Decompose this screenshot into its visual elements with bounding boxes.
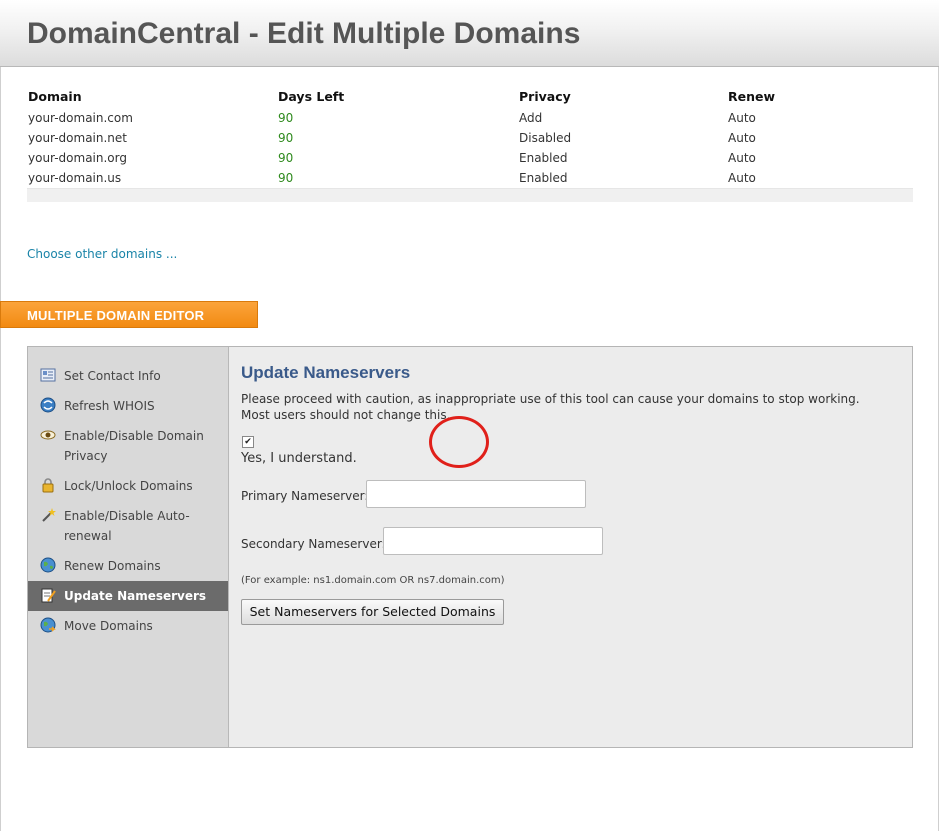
sidebar-item-update-nameservers[interactable]: Update Nameservers [28,581,228,611]
editor-main: Update Nameservers Please proceed with c… [241,347,901,747]
column-header-renew[interactable]: Renew [728,89,775,104]
days-left-cell: 90 [278,171,294,185]
annotation-circle [429,416,489,468]
domain-cell: your-domain.com [28,111,133,125]
renew-cell: Auto [728,171,756,185]
column-header-domain[interactable]: Domain [28,89,82,104]
table-row: your-domain.net 90 Disabled Auto [27,128,913,148]
secondary-nameserver-input[interactable] [383,527,603,555]
table-row: your-domain.com 90 Add Auto [27,108,913,128]
sidebar-item-label: Move Domains [64,619,153,633]
table-footer-bar [27,188,913,202]
eye-icon [40,427,56,443]
wand-icon [40,507,56,523]
editor-sidebar: Set Contact Info Refresh WHOIS Enable/Di… [28,347,229,747]
primary-nameserver-label: Primary Nameserver: [241,489,369,503]
domain-cell: your-domain.us [28,171,122,185]
sidebar-item-domain-privacy[interactable]: Enable/Disable Domain Privacy [28,421,228,471]
understand-label: Yes, I understand. [241,451,357,466]
example-hint: (For example: ns1.domain.com OR ns7.doma… [241,575,505,586]
renew-cell: Auto [728,151,756,165]
sidebar-item-label: Refresh WHOIS [64,399,155,413]
sidebar-item-label: Lock/Unlock Domains [64,479,193,493]
domain-editor-panel: Set Contact Info Refresh WHOIS Enable/Di… [27,346,913,748]
globe-arrow-icon [40,617,56,633]
page-title: DomainCentral - Edit Multiple Domains [27,17,581,50]
table-header-row: Domain Days Left Privacy Renew [27,88,913,108]
domain-cell: your-domain.org [28,151,127,165]
sidebar-item-label: Set Contact Info [64,369,161,383]
primary-nameserver-input[interactable] [366,480,586,508]
checkmark-icon: ✔ [244,437,252,447]
privacy-cell: Enabled [519,151,568,165]
table-row: your-domain.org 90 Enabled Auto [27,148,913,168]
notepad-pencil-icon [40,587,56,603]
sidebar-item-move-domains[interactable]: Move Domains [28,611,228,641]
set-nameservers-button[interactable]: Set Nameservers for Selected Domains [241,599,504,625]
sidebar-item-auto-renewal[interactable]: Enable/Disable Auto-renewal [28,501,228,551]
days-left-cell: 90 [278,151,294,165]
sidebar-item-renew-domains[interactable]: Renew Domains [28,551,228,581]
page-header: DomainCentral - Edit Multiple Domains [0,0,939,67]
renew-cell: Auto [728,131,756,145]
privacy-cell: Add [519,111,543,125]
domain-table: Domain Days Left Privacy Renew your-doma… [27,88,913,202]
section-title: Update Nameservers [241,363,411,382]
column-header-privacy[interactable]: Privacy [519,89,571,104]
table-row: your-domain.us 90 Enabled Auto [27,168,913,188]
sidebar-item-label: Update Nameservers [64,589,207,603]
days-left-cell: 90 [278,111,294,125]
caution-text: Please proceed with caution, as inapprop… [241,392,860,422]
contact-card-icon [40,367,56,383]
sidebar-item-label: Enable/Disable Auto-renewal [64,509,190,543]
days-left-cell: 90 [278,131,294,145]
understand-checkbox[interactable]: ✔ [242,436,254,448]
choose-other-domains-link[interactable]: Choose other domains ... [27,247,177,261]
renew-cell: Auto [728,111,756,125]
multiple-domain-editor-tab: MULTIPLE DOMAIN EDITOR [0,301,258,328]
padlock-icon [40,477,56,493]
refresh-globe-icon [40,397,56,413]
domain-cell: your-domain.net [28,131,127,145]
privacy-cell: Disabled [519,131,572,145]
sidebar-item-lock-unlock[interactable]: Lock/Unlock Domains [28,471,228,501]
privacy-cell: Enabled [519,171,568,185]
sidebar-item-refresh-whois[interactable]: Refresh WHOIS [28,391,228,421]
column-header-days-left[interactable]: Days Left [278,89,344,104]
globe-icon [40,557,56,573]
sidebar-item-label: Enable/Disable Domain Privacy [64,429,204,463]
sidebar-item-set-contact-info[interactable]: Set Contact Info [28,361,228,391]
sidebar-item-label: Renew Domains [64,559,161,573]
secondary-nameserver-label: Secondary Nameserver: [241,537,386,551]
